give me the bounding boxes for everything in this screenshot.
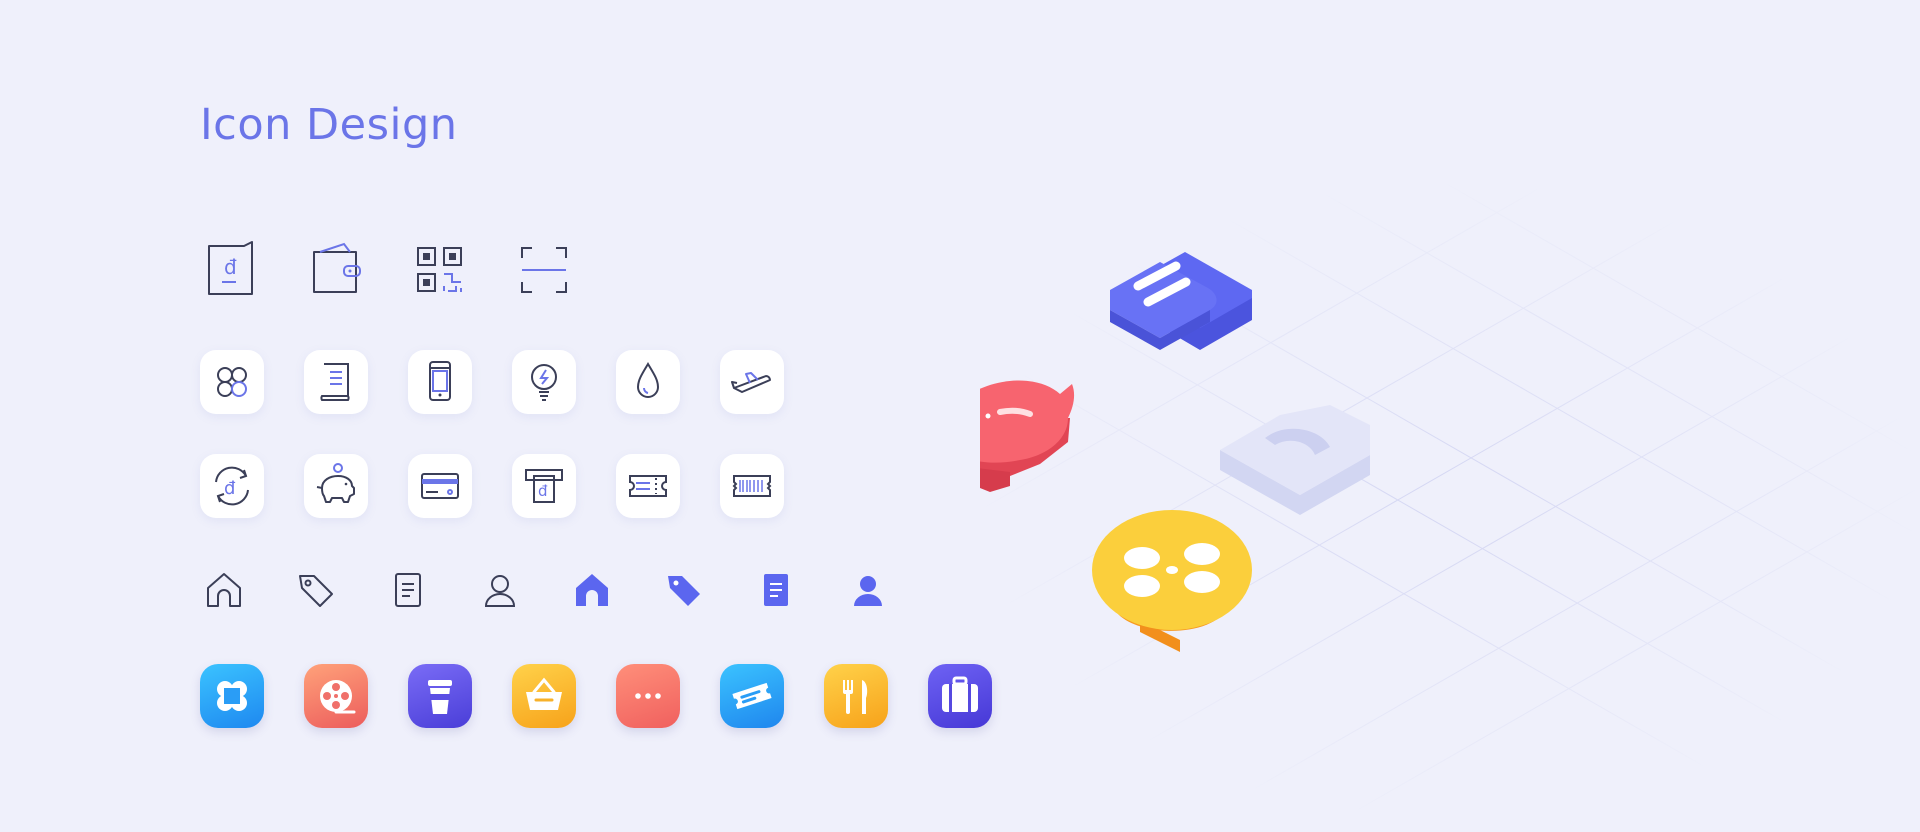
electricity-icon[interactable]	[512, 350, 576, 414]
apps-app-icon[interactable]	[200, 664, 264, 728]
iso-piggy-bank-icon	[921, 380, 1075, 492]
apps-icon[interactable]	[200, 350, 264, 414]
credit-card-icon[interactable]	[408, 454, 472, 518]
film-app-icon[interactable]	[304, 664, 368, 728]
dong-wallet-icon[interactable]: đ	[200, 238, 264, 302]
phone-icon[interactable]	[408, 350, 472, 414]
scan-frame-icon[interactable]	[512, 238, 576, 302]
user-outline-icon[interactable]	[468, 558, 532, 622]
iso-grid	[979, 179, 1920, 821]
document-outline-icon[interactable]	[376, 558, 440, 622]
airplane-icon[interactable]	[720, 350, 784, 414]
svg-text:đ: đ	[224, 255, 237, 279]
iso-ticket-icon	[1110, 252, 1252, 350]
tag-outline-icon[interactable]	[284, 558, 348, 622]
more-app-icon[interactable]	[616, 664, 680, 728]
receipt-icon[interactable]	[304, 350, 368, 414]
barcode-ticket-icon[interactable]	[720, 454, 784, 518]
wallet-icon[interactable]	[304, 238, 368, 302]
iso-film-reel-icon	[1092, 510, 1252, 652]
piggy-bank-icon[interactable]	[304, 454, 368, 518]
atm-withdraw-icon[interactable]: đ	[512, 454, 576, 518]
home-outline-icon[interactable]	[192, 558, 256, 622]
ticket-app-icon[interactable]	[720, 664, 784, 728]
dong-exchange-icon[interactable]: đ	[200, 454, 264, 518]
user-filled-icon[interactable]	[836, 558, 900, 622]
iso-home-icon	[1220, 405, 1370, 515]
svg-text:đ: đ	[538, 482, 548, 500]
page-title: Icon Design	[200, 100, 458, 150]
basket-app-icon[interactable]	[512, 664, 576, 728]
tag-filled-icon[interactable]	[652, 558, 716, 622]
ticket-icon[interactable]	[616, 454, 680, 518]
home-filled-icon[interactable]	[560, 558, 624, 622]
qr-code-icon[interactable]	[408, 238, 472, 302]
isometric-illustration	[921, 179, 1920, 821]
document-filled-icon[interactable]	[744, 558, 808, 622]
cup-app-icon[interactable]	[408, 664, 472, 728]
svg-text:đ: đ	[224, 478, 236, 499]
water-drop-icon[interactable]	[616, 350, 680, 414]
food-app-icon[interactable]	[824, 664, 888, 728]
